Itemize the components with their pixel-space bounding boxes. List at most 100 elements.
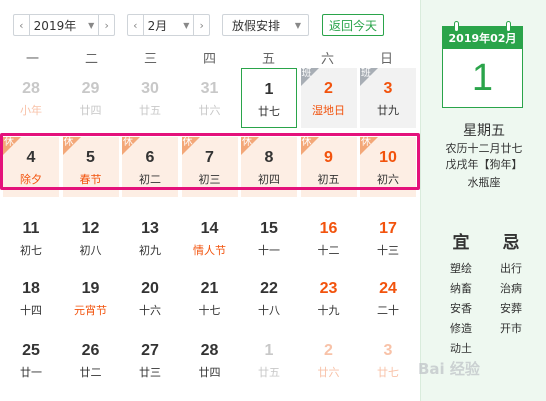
prev-month-button[interactable]: ‹: [128, 15, 143, 35]
yi-item: 纳畜: [450, 282, 472, 295]
day-cell[interactable]: 班 2 湿地日: [300, 68, 357, 128]
day-status-badge: 班: [301, 68, 312, 79]
day-status-badge: 班: [361, 68, 371, 79]
lunar-day-label: 十七: [198, 304, 221, 317]
day-cell[interactable]: 21 十七: [182, 268, 238, 328]
day-cell[interactable]: 15 十一: [241, 208, 297, 268]
day-number: 15: [260, 220, 278, 237]
month-selector: ‹ 2月 ▼ ›: [127, 14, 210, 36]
month-dropdown[interactable]: 2月 ▼: [142, 15, 195, 35]
day-number: 12: [81, 220, 100, 237]
lunar-day-label: 廿七: [258, 105, 280, 118]
day-cell[interactable]: 27 廿三: [122, 330, 178, 390]
calendar-week-row: 25 廿一 26 廿二 27 廿三 28 廿四 1 廿五 2 廿六 3 廿七: [3, 330, 419, 390]
toolbar: ‹ 2019年 ▼ › ‹ 2月 ▼ › 放假安排 ▼ 返回今天: [0, 0, 420, 46]
next-month-button[interactable]: ›: [194, 15, 209, 35]
ji-item: 出行: [500, 262, 522, 275]
lunar-day-label: 情人节: [193, 244, 226, 257]
day-cell[interactable]: 26 廿二: [63, 330, 119, 390]
weekday-label: 五: [261, 52, 275, 67]
lunar-day-label: 初七: [20, 244, 42, 257]
lunar-day-label: 廿九: [377, 104, 399, 117]
year-label: 2019年: [33, 18, 77, 33]
day-cell[interactable]: 20 十六: [122, 268, 178, 328]
month-label: 2月: [147, 18, 168, 33]
day-cell[interactable]: 3 廿七: [360, 330, 416, 390]
lunar-day-label: 廿二: [79, 366, 102, 379]
day-number: 28: [22, 80, 40, 97]
calendar-week-row: 28 小年 29 廿四 30 廿五 31 廿六 1 廿七 班 2 湿地日 班 3 廿九: [3, 68, 419, 128]
day-cell[interactable]: 班 3 廿九: [360, 68, 416, 128]
day-number: 27: [141, 342, 159, 359]
caret-down-icon: ▼: [88, 20, 95, 30]
day-cell[interactable]: 31 廿六: [182, 68, 238, 128]
day-cell[interactable]: 28 廿四: [182, 330, 238, 390]
day-number: 20: [141, 280, 159, 297]
lunar-day-label: 初九: [139, 244, 161, 257]
day-cell[interactable]: 12 初八: [63, 208, 119, 268]
lunar-day-label: 十三: [377, 244, 399, 257]
yi-column: 宜 塑绘 纳畜 安香 修造 动土: [436, 228, 486, 359]
day-cell[interactable]: 16 十二: [301, 208, 357, 268]
prev-year-button[interactable]: ‹: [14, 15, 29, 35]
lunar-day-label: 元宵节: [74, 304, 107, 317]
day-cell[interactable]: 19 元宵节: [63, 268, 119, 328]
yi-title: 宜: [452, 233, 470, 253]
yi-item: 塑绘: [450, 262, 472, 275]
selected-weekday: 星期五: [463, 123, 505, 139]
day-cell[interactable]: 24 二十: [360, 268, 416, 328]
yi-item: 安香: [450, 302, 472, 315]
holiday-highlight-box: [0, 133, 420, 190]
day-cell[interactable]: 1 廿五: [241, 330, 297, 390]
lunar-day-label: 廿五: [258, 366, 280, 379]
day-cell[interactable]: 1 廿七: [241, 68, 297, 128]
day-cell[interactable]: 17 十三: [360, 208, 416, 268]
lunar-day-label: 廿七: [377, 366, 399, 379]
day-number: 21: [200, 280, 219, 297]
day-cell[interactable]: 22 十八: [241, 268, 297, 328]
day-number: 22: [260, 280, 278, 297]
day-cell[interactable]: 29 廿四: [63, 68, 119, 128]
day-number: 18: [22, 280, 40, 297]
day-number: 13: [141, 220, 159, 237]
back-to-today-button[interactable]: 返回今天: [322, 14, 384, 36]
weekday-label: 日: [379, 52, 393, 67]
day-number: 25: [22, 342, 40, 359]
day-cell[interactable]: 25 廿一: [3, 330, 59, 390]
day-number: 28: [200, 342, 219, 359]
weekday-label: 二: [84, 52, 98, 67]
day-number: 2: [324, 342, 333, 359]
ji-item: 治病: [500, 282, 522, 295]
lunar-day-label: 初八: [79, 244, 102, 257]
calendar-week-row: 18 十四 19 元宵节 20 十六 21 十七 22 十八 23 十九 24 二十: [3, 268, 419, 328]
day-cell[interactable]: 14 情人节: [182, 208, 238, 268]
lunar-day-label: 廿六: [317, 366, 340, 379]
day-cell[interactable]: 23 十九: [301, 268, 357, 328]
next-year-button[interactable]: ›: [99, 15, 114, 35]
caret-down-icon: ▼: [183, 20, 190, 30]
day-number: 17: [379, 220, 397, 237]
day-cell[interactable]: 30 廿五: [122, 68, 178, 128]
year-dropdown[interactable]: 2019年 ▼: [28, 15, 100, 35]
day-number: 2: [324, 80, 333, 97]
lunar-day-label: 廿四: [198, 366, 221, 379]
day-number: 3: [383, 80, 393, 97]
day-cell[interactable]: 13 初九: [122, 208, 178, 268]
lunar-day-label: 廿六: [198, 104, 221, 117]
lunar-day-label: 十六: [139, 304, 161, 317]
lunar-day-label: 十四: [20, 304, 42, 317]
day-cell[interactable]: 11 初七: [3, 208, 59, 268]
holiday-dropdown[interactable]: 放假安排 ▼: [222, 14, 309, 36]
day-cell[interactable]: 18 十四: [3, 268, 59, 328]
weekday-label: 一: [25, 52, 39, 67]
day-number: 1: [264, 342, 274, 359]
lunar-day-label: 廿一: [20, 366, 42, 379]
binder-ring-icon: [506, 21, 511, 32]
yi-ji-section: 宜 塑绘 纳畜 安香 修造 动土 忌 出行 治病 安葬 开市: [436, 228, 536, 359]
day-cell[interactable]: 28 小年: [3, 68, 59, 128]
ganzhi-year: 戊戌年【狗年】: [445, 158, 523, 171]
day-cell[interactable]: 2 廿六: [301, 330, 357, 390]
watermark: Bai 经验: [418, 360, 480, 378]
caret-down-icon: ▼: [294, 20, 301, 30]
day-number: 14: [200, 220, 219, 237]
